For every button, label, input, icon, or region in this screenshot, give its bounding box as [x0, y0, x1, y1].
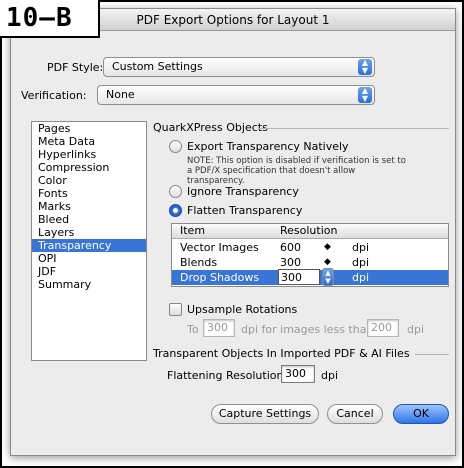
pdfx-note: NOTE: This option is disabled if verific… [187, 156, 406, 186]
capture-settings-button[interactable]: Capture Settings [211, 404, 319, 424]
row-item: Vector Images [180, 241, 259, 254]
row-resolution: 600 [280, 241, 301, 254]
row-unit: dpi [352, 241, 370, 254]
row-unit: dpi [352, 271, 370, 284]
flattening-resolution-label: Flattening Resolution: [167, 369, 288, 382]
row-item: Blends [180, 256, 218, 269]
upsample-end-label: dpi [407, 323, 425, 336]
pdf-style-popup[interactable]: Custom Settings ▲ ▼ [103, 57, 375, 77]
table-header: Item Resolution [172, 224, 448, 239]
upsample-to-label: To [187, 323, 199, 336]
figure-label: 10–B [0, 0, 100, 38]
flattening-unit: dpi [321, 369, 339, 382]
sidebar-item-pages[interactable]: Pages [32, 122, 146, 135]
flatten-transparency-radio[interactable] [169, 204, 182, 217]
row-resolution: 300 [280, 256, 301, 269]
upsample-to-input[interactable]: 300 [203, 319, 235, 337]
quarkxpress-objects-title: QuarkXPress Objects [153, 121, 268, 134]
row-unit: dpi [352, 256, 370, 269]
flattening-resolution-input[interactable]: 300 [281, 365, 315, 383]
export-natively-radio[interactable] [169, 140, 182, 153]
sidebar-item-marks[interactable]: Marks [32, 200, 146, 213]
sidebar-item-jdf[interactable]: JDF [32, 265, 146, 278]
pdf-style-value: Custom Settings [112, 60, 203, 73]
verification-popup[interactable]: None ▲ ▼ [97, 85, 375, 105]
sidebar-item-compression[interactable]: Compression [32, 161, 146, 174]
sidebar-item-opi[interactable]: OPI [32, 252, 146, 265]
upsample-rotations-checkbox[interactable] [169, 303, 182, 316]
stepper-icon[interactable]: ◆ [324, 240, 331, 255]
sidebar-item-meta-data[interactable]: Meta Data [32, 135, 146, 148]
imported-files-title: Transparent Objects In Imported PDF & AI… [153, 347, 410, 360]
group-divider [415, 354, 449, 355]
sidebar-item-fonts[interactable]: Fonts [32, 187, 146, 200]
upsample-mid-label: dpi for images less than [241, 323, 374, 336]
pdf-style-label: PDF Style: [47, 61, 104, 74]
sidebar-item-bleed[interactable]: Bleed [32, 213, 146, 226]
resolution-table[interactable]: Item Resolution Vector Images 600 ◆ dpi … [171, 223, 449, 287]
table-row[interactable]: Vector Images 600 ◆ dpi [172, 240, 448, 255]
column-header-item[interactable]: Item [180, 224, 205, 238]
verification-value: None [106, 88, 135, 101]
group-divider [259, 128, 449, 129]
export-natively-label: Export Transparency Natively [187, 140, 349, 153]
column-header-resolution[interactable]: Resolution [280, 224, 337, 238]
upsample-less-than-input[interactable]: 200 [367, 319, 399, 337]
table-row-selected[interactable]: Drop Shadows 300 ▲ ▼ dpi [172, 268, 448, 286]
sidebar-item-summary[interactable]: Summary [32, 278, 146, 291]
popup-arrows-icon: ▲ ▼ [358, 59, 372, 75]
cancel-button[interactable]: Cancel [327, 404, 383, 424]
ignore-transparency-label: Ignore Transparency [187, 185, 299, 198]
ok-button[interactable]: OK [393, 404, 449, 424]
drop-shadows-resolution-input[interactable]: 300 [278, 269, 320, 285]
sidebar-item-transparency[interactable]: Transparency [32, 239, 146, 252]
settings-category-list[interactable]: Pages Meta Data Hyperlinks Compression C… [31, 121, 147, 361]
sidebar-item-layers[interactable]: Layers [32, 226, 146, 239]
dialog-window: PDF Export Options for Layout 1 PDF Styl… [10, 8, 456, 456]
sidebar-item-hyperlinks[interactable]: Hyperlinks [32, 148, 146, 161]
stepper-icon[interactable]: ▲ ▼ [322, 268, 334, 286]
ignore-transparency-radio[interactable] [169, 185, 182, 198]
row-item: Drop Shadows [180, 271, 260, 284]
upsample-rotations-label: Upsample Rotations [187, 303, 298, 316]
flatten-transparency-label: Flatten Transparency [187, 204, 303, 217]
table-row[interactable]: Blends 300 ◆ dpi [172, 255, 448, 270]
popup-arrows-icon: ▲ ▼ [358, 87, 372, 103]
sidebar-item-color[interactable]: Color [32, 174, 146, 187]
verification-label: Verification: [21, 89, 87, 102]
